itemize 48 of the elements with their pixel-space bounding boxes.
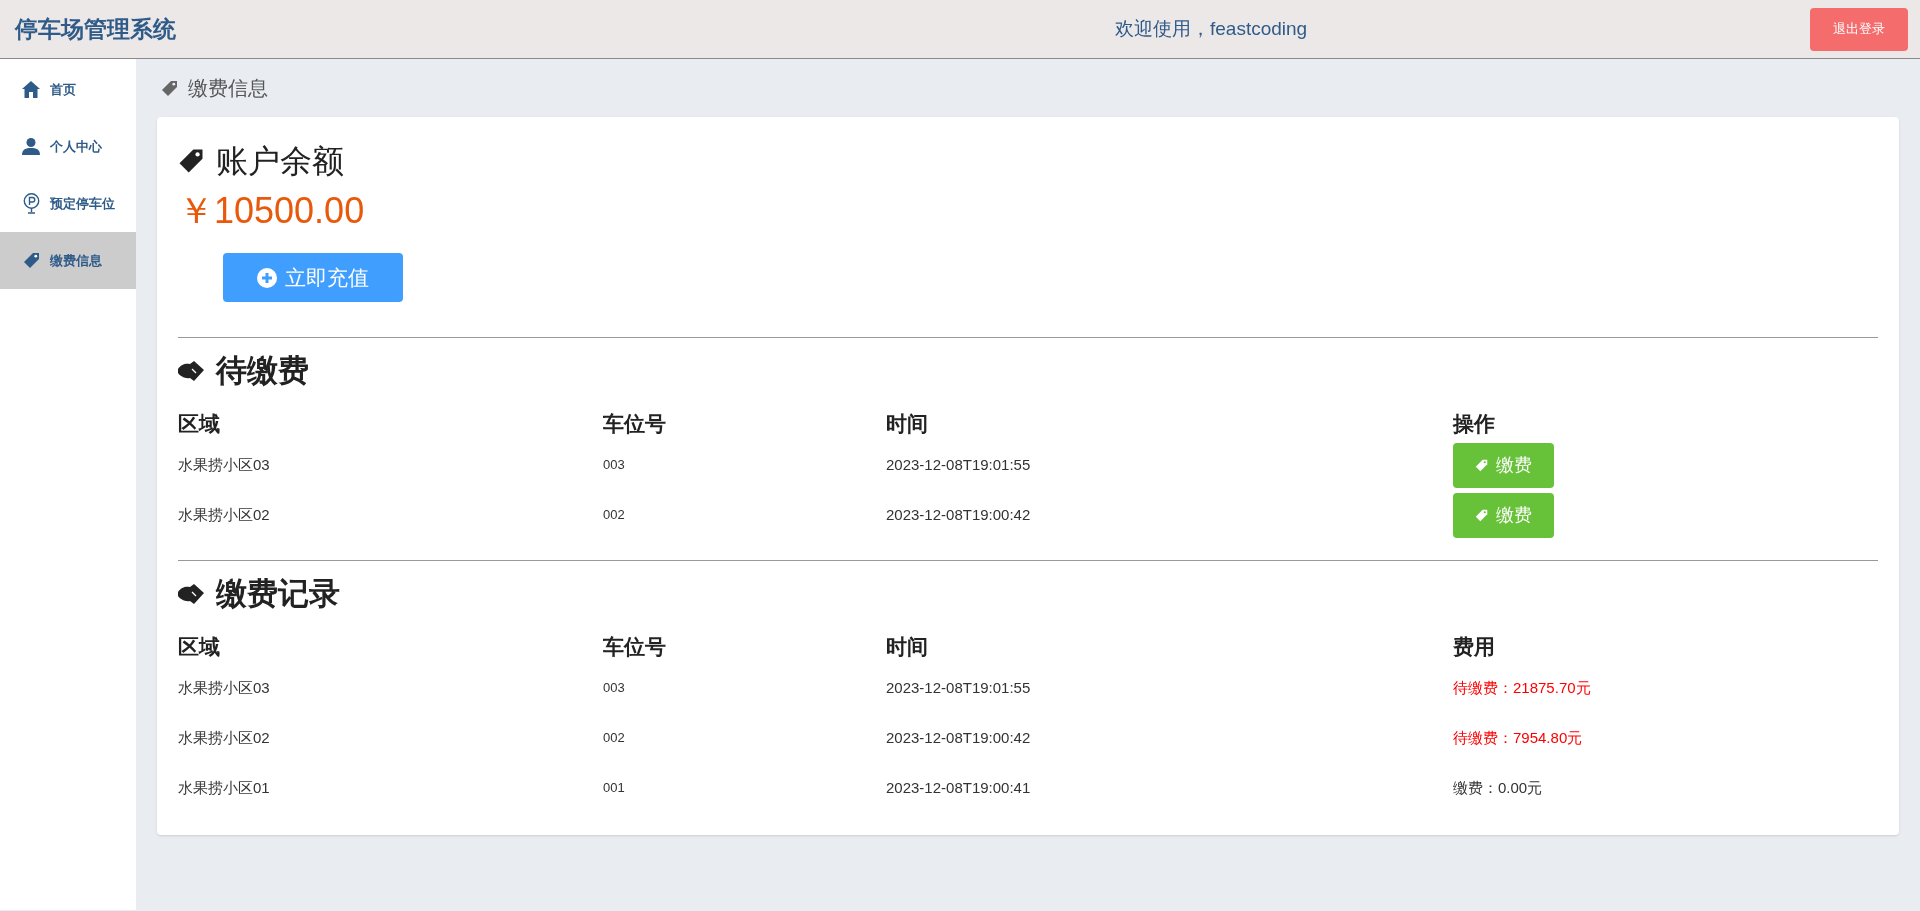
table-cell-text: 水果捞小区03 <box>178 454 271 475</box>
price-tag-icon <box>22 252 40 269</box>
table-cell-text: 水果捞小区02 <box>178 727 271 748</box>
user-icon <box>22 138 40 155</box>
fee-status: 待缴费：21875.70元 <box>1453 677 1592 698</box>
section-title: 待缴费 <box>216 351 309 390</box>
sidebar-item[interactable]: 预定停车位 <box>0 175 136 232</box>
column-header: 车位号 <box>603 411 667 438</box>
balance-title: 账户余额 <box>216 142 344 181</box>
logout-button[interactable]: 退出登录 <box>1810 7 1908 51</box>
sidebar-item[interactable]: 缴费信息 <box>0 232 136 289</box>
app-title: 停车场管理系统 <box>15 14 177 44</box>
table-cell-text: 2023-12-08T19:00:42 <box>886 504 1032 525</box>
column-header: 操作 <box>1453 411 1496 438</box>
sidebar-item[interactable]: 首页 <box>0 61 136 118</box>
table-cell-text: 水果捞小区02 <box>178 504 271 525</box>
home-icon <box>22 81 40 98</box>
table-cell-text: 水果捞小区01 <box>178 777 271 798</box>
price-tag-icon <box>161 79 178 97</box>
price-tag-icon <box>1475 458 1488 472</box>
recharge-button[interactable]: 立即充值 <box>223 253 403 302</box>
price-tag-icon <box>178 148 204 174</box>
column-header: 时间 <box>886 634 929 661</box>
table-cell-text: 2023-12-08T19:00:42 <box>886 727 1032 748</box>
table-cell-text: 003 <box>603 679 626 698</box>
table-cell-text: 002 <box>603 729 626 748</box>
table-cell-text: 水果捞小区03 <box>178 677 271 698</box>
column-header: 区域 <box>178 411 221 438</box>
column-header: 时间 <box>886 411 929 438</box>
page-title: 缴费信息 <box>188 76 268 101</box>
table-cell-text: 003 <box>603 456 626 475</box>
parking-sign-icon <box>22 193 40 214</box>
balance-amount: ￥10500.00 <box>178 189 366 233</box>
welcome-text: 欢迎使用，feastcoding <box>1115 16 1308 41</box>
fee-status: 待缴费：7954.80元 <box>1453 727 1584 748</box>
section-title: 缴费记录 <box>216 574 340 613</box>
plus-circle-icon <box>257 267 277 288</box>
price-tag-icon <box>1475 508 1488 522</box>
table-cell-text: 2023-12-08T19:01:55 <box>886 677 1032 698</box>
column-header: 区域 <box>178 634 221 661</box>
column-header: 车位号 <box>603 634 667 661</box>
table-cell-text: 2023-12-08T19:00:41 <box>886 777 1032 798</box>
table-cell-text: 001 <box>603 779 626 798</box>
sidebar-item[interactable]: 个人中心 <box>0 118 136 175</box>
fee-status: 缴费：0.00元 <box>1453 777 1544 798</box>
table-cell-text: 002 <box>603 506 626 525</box>
table-cell-text: 2023-12-08T19:01:55 <box>886 454 1032 475</box>
column-header: 费用 <box>1453 634 1496 661</box>
